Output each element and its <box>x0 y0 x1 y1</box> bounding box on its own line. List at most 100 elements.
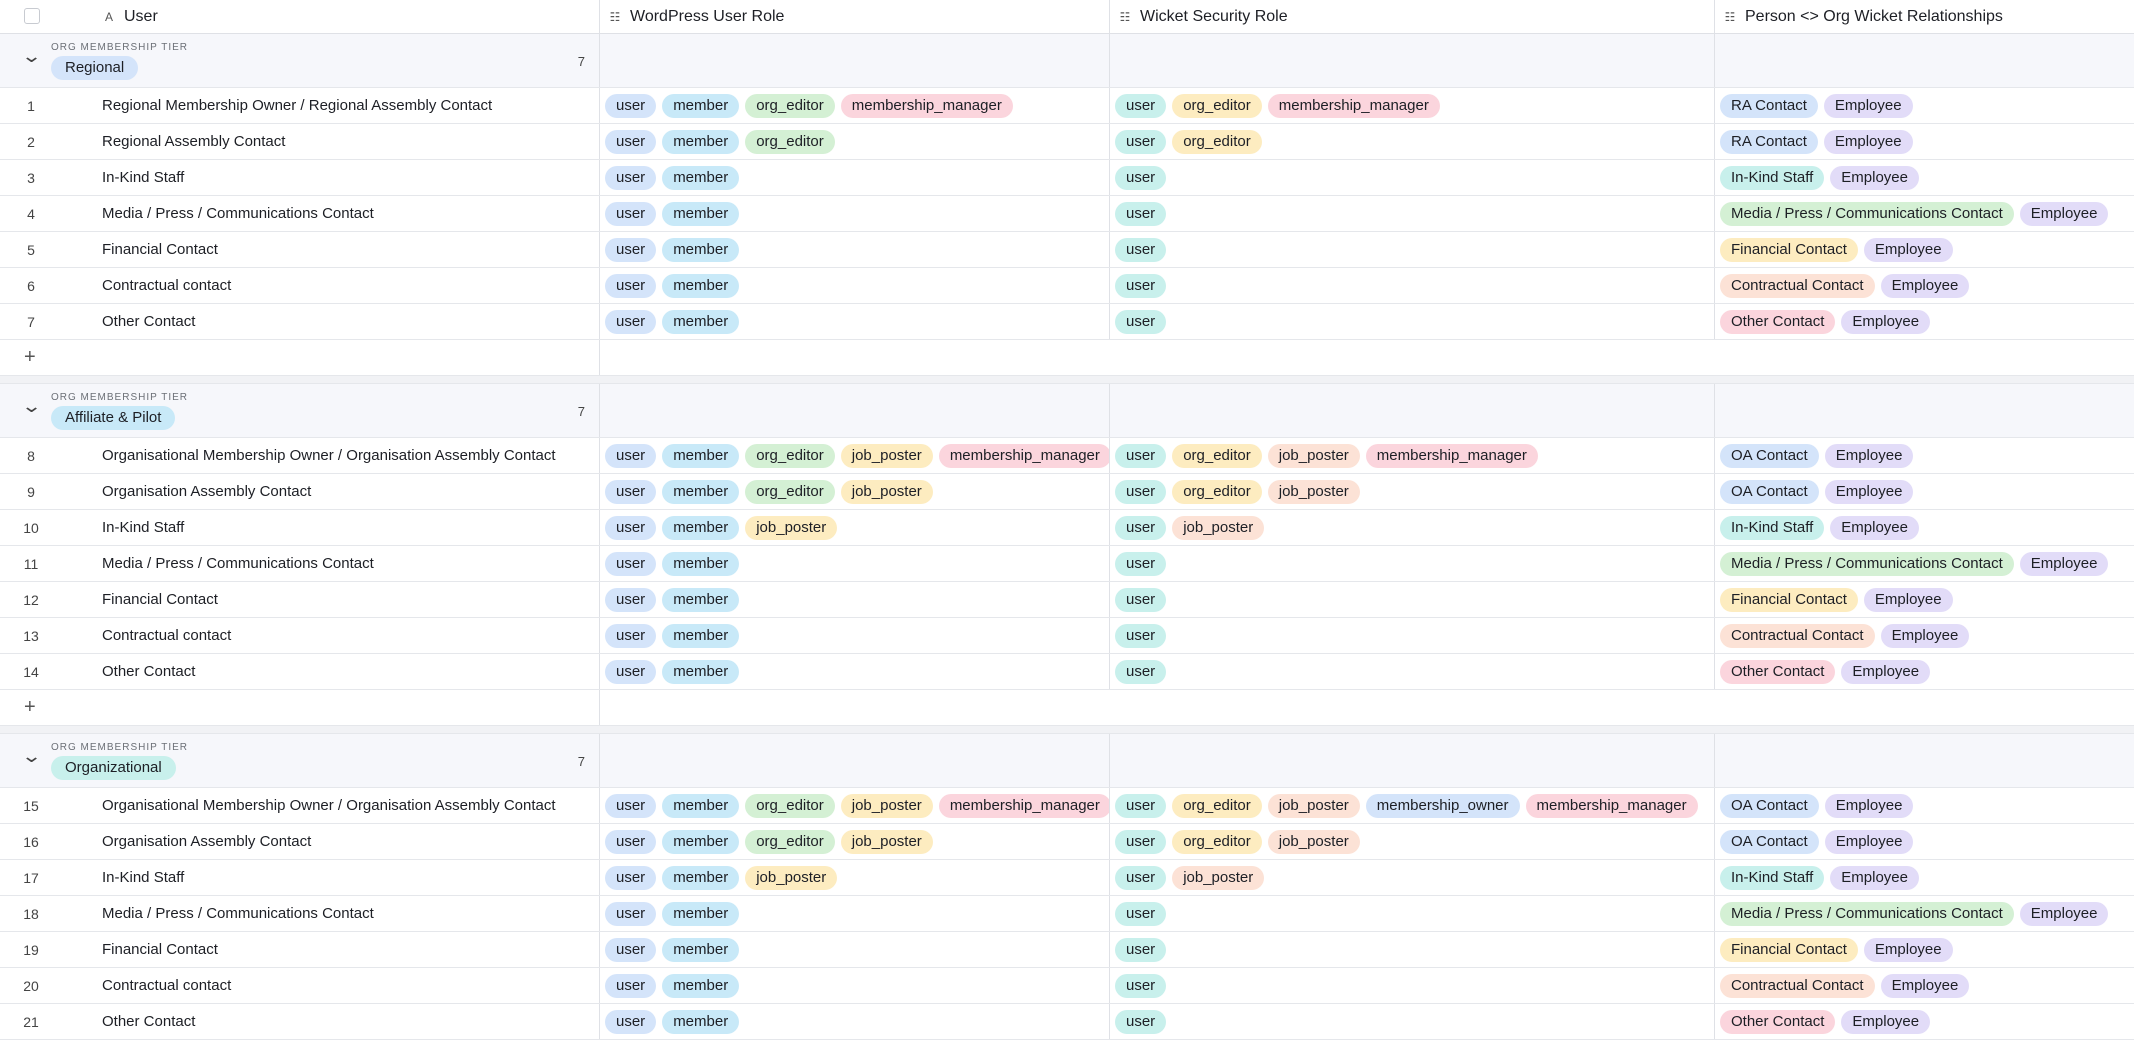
tag-user[interactable]: user <box>1115 793 1167 818</box>
table-row[interactable]: 9 Organisation Assembly Contact user member… <box>0 474 2134 510</box>
tag-org-editor[interactable]: org_editor <box>745 129 835 154</box>
user-cell[interactable]: 12 Financial Contact <box>0 582 600 617</box>
wordpress-role-cell[interactable]: user member <box>600 582 1110 617</box>
tag-org-editor[interactable]: org_editor <box>1172 829 1262 854</box>
add-row[interactable]: + <box>0 690 2134 726</box>
relationships-cell[interactable]: Other Contact Employee <box>1715 304 2134 339</box>
user-cell[interactable]: 8 Organisational Membership Owner / Organ… <box>0 438 600 473</box>
tag-employee[interactable]: Employee <box>1824 793 1914 818</box>
relationships-cell[interactable]: Other Contact Employee <box>1715 654 2134 689</box>
tag-user[interactable]: user <box>605 237 657 262</box>
tag-membership-manager[interactable]: membership_manager <box>1365 443 1538 468</box>
wordpress-role-cell[interactable]: user member <box>600 232 1110 267</box>
user-cell[interactable]: 18 Media / Press / Communications Contact <box>0 896 600 931</box>
tag-membership-manager[interactable]: membership_manager <box>938 443 1109 468</box>
relationships-cell[interactable]: OA Contact Employee <box>1715 438 2134 473</box>
wordpress-role-cell[interactable]: user member org_editor membership_manager <box>600 88 1110 123</box>
tag-user[interactable]: user <box>605 201 657 226</box>
tag-user[interactable]: user <box>1115 273 1167 298</box>
tag-employee[interactable]: Employee <box>1823 129 1913 154</box>
tag-employee[interactable]: Employee <box>2019 901 2109 926</box>
tag-employee[interactable]: Employee <box>1824 479 1914 504</box>
tag-user[interactable]: user <box>1115 129 1167 154</box>
security-role-cell[interactable]: user <box>1110 304 1715 339</box>
table-row[interactable]: 6 Contractual contact user member user Contra… <box>0 268 2134 304</box>
tag-member[interactable]: member <box>662 515 740 540</box>
relationships-cell[interactable]: Financial Contact Employee <box>1715 232 2134 267</box>
tag-member[interactable]: member <box>662 551 740 576</box>
relationships-cell[interactable]: RA Contact Employee <box>1715 124 2134 159</box>
tag-member[interactable]: member <box>662 659 740 684</box>
tag-member[interactable]: member <box>662 93 740 118</box>
table-row[interactable]: 18 Media / Press / Communications Contact… <box>0 896 2134 932</box>
plus-icon[interactable]: + <box>24 346 36 369</box>
user-cell[interactable]: 4 Media / Press / Communications Contact <box>0 196 600 231</box>
table-row[interactable]: 7 Other Contact user member user Other Contac… <box>0 304 2134 340</box>
add-row-cell[interactable]: + <box>0 340 600 375</box>
table-row[interactable]: 17 In-Kind Staff user member job_poster user j… <box>0 860 2134 896</box>
tag-user[interactable]: user <box>1115 829 1167 854</box>
tag-job-poster[interactable]: job_poster <box>745 865 838 890</box>
tag-user[interactable]: user <box>605 273 657 298</box>
security-role-cell[interactable]: user <box>1110 268 1715 303</box>
table-row[interactable]: 11 Media / Press / Communications Contact… <box>0 546 2134 582</box>
tag-member[interactable]: member <box>662 587 740 612</box>
tag-user[interactable]: user <box>605 479 657 504</box>
tag-user[interactable]: user <box>1115 201 1167 226</box>
wordpress-role-cell[interactable]: user member <box>600 896 1110 931</box>
security-role-cell[interactable]: user <box>1110 896 1715 931</box>
table-row[interactable]: 13 Contractual contact user member user Contr… <box>0 618 2134 654</box>
tag-job-poster[interactable]: job_poster <box>840 443 933 468</box>
wordpress-role-cell[interactable]: user member <box>600 654 1110 689</box>
tag-employee[interactable]: Employee <box>1863 237 1953 262</box>
tag-org-editor[interactable]: org_editor <box>745 93 835 118</box>
header-user[interactable]: A User <box>0 0 600 33</box>
tag-member[interactable]: member <box>662 443 740 468</box>
tag-user[interactable]: user <box>605 793 657 818</box>
tag-employee[interactable]: Employee <box>1880 623 1970 648</box>
wordpress-role-cell[interactable]: user member <box>600 268 1110 303</box>
tag-employee[interactable]: Employee <box>1830 865 1919 890</box>
tag-membership-owner[interactable]: membership_owner <box>1365 793 1520 818</box>
tag-user[interactable]: user <box>605 973 657 998</box>
security-role-cell[interactable]: user <box>1110 232 1715 267</box>
security-role-cell[interactable]: user org_editor job_poster membership_owner… <box>1110 788 1715 823</box>
tag-member[interactable]: member <box>662 1009 740 1034</box>
wordpress-role-cell[interactable]: user member <box>600 304 1110 339</box>
tag-user[interactable]: user <box>605 587 657 612</box>
tag-oa-contact[interactable]: OA Contact <box>1720 829 1819 854</box>
tag-user[interactable]: user <box>605 129 657 154</box>
tag-other-contact[interactable]: Other Contact <box>1720 1009 1836 1034</box>
user-cell[interactable]: 6 Contractual contact <box>0 268 600 303</box>
tag-member[interactable]: member <box>662 973 740 998</box>
tag-employee[interactable]: Employee <box>2019 551 2109 576</box>
tag-user[interactable]: user <box>1115 309 1167 334</box>
tag-member[interactable]: member <box>662 479 740 504</box>
tag-org-editor[interactable]: org_editor <box>745 443 835 468</box>
tag-user[interactable]: user <box>605 551 657 576</box>
tag-member[interactable]: member <box>662 623 740 648</box>
tag-member[interactable]: member <box>662 273 740 298</box>
security-role-cell[interactable]: user <box>1110 196 1715 231</box>
security-role-cell[interactable]: user job_poster <box>1110 860 1715 895</box>
tag-financial-contact[interactable]: Financial Contact <box>1720 587 1858 612</box>
security-role-cell[interactable]: user org_editor <box>1110 124 1715 159</box>
relationships-cell[interactable]: OA Contact Employee <box>1715 788 2134 823</box>
tag-user[interactable]: user <box>605 443 657 468</box>
tag-user[interactable]: user <box>1115 237 1167 262</box>
relationships-cell[interactable]: In-Kind Staff Employee <box>1715 160 2134 195</box>
tag-job-poster[interactable]: job_poster <box>1172 515 1265 540</box>
wordpress-role-cell[interactable]: user member job_poster <box>600 510 1110 545</box>
tag-contractual-contact[interactable]: Contractual Contact <box>1720 973 1875 998</box>
user-cell[interactable]: 20 Contractual contact <box>0 968 600 1003</box>
header-wordpress-role[interactable]: ☷ WordPress User Role <box>600 0 1110 33</box>
tag-job-poster[interactable]: job_poster <box>840 829 933 854</box>
tag-job-poster[interactable]: job_poster <box>1267 479 1360 504</box>
wordpress-role-cell[interactable]: user member org_editor job_poster <box>600 474 1110 509</box>
header-relationships[interactable]: ☷ Person <> Org Wicket Relationships <box>1715 0 2134 33</box>
wordpress-role-cell[interactable]: user member <box>600 1004 1110 1039</box>
tag-member[interactable]: member <box>662 937 740 962</box>
tag-member[interactable]: member <box>662 237 740 262</box>
tag-employee[interactable]: Employee <box>1830 515 1919 540</box>
user-cell[interactable]: 1 Regional Membership Owner / Regional As… <box>0 88 600 123</box>
